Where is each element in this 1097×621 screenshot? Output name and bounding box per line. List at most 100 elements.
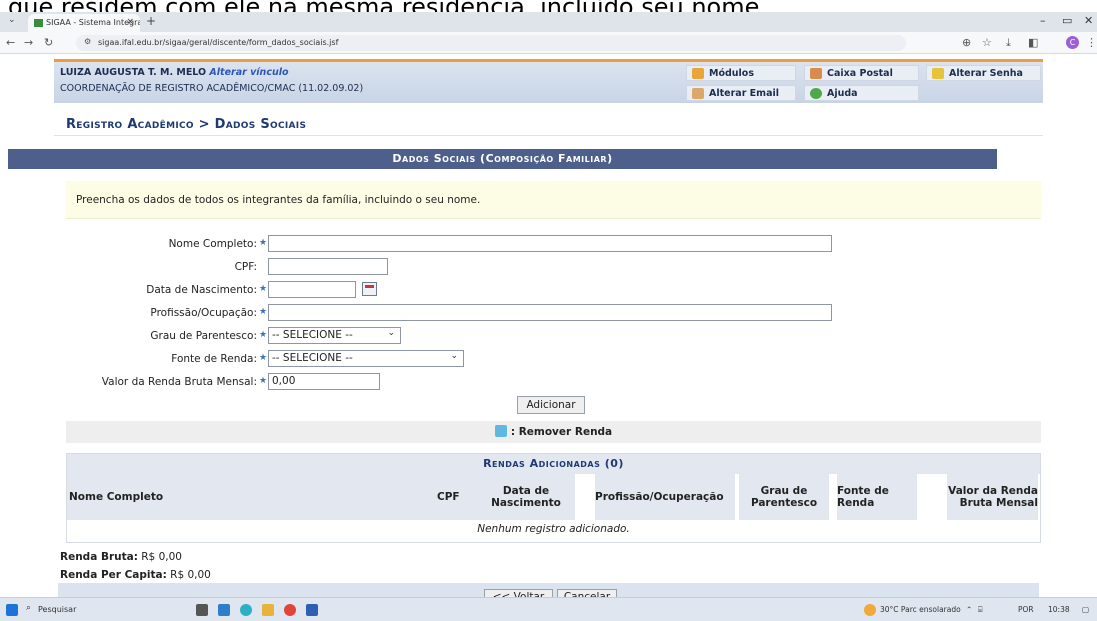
- form-row-parentesco: Grau de Parentesco: ★ -- SELECIONE -- ⌄: [58, 327, 1047, 346]
- file-explorer-icon[interactable]: [262, 604, 274, 616]
- remove-legend-text: : Remover Renda: [510, 426, 613, 438]
- address-bar: ← → ↻ ⚙ sigaa.ifal.edu.br/sigaa/geral/di…: [0, 32, 1097, 54]
- alterar-vinculo-link[interactable]: Alterar vínculo: [209, 67, 288, 78]
- alterar-email-label: Alterar Email: [709, 88, 779, 99]
- task-view-icon[interactable]: [196, 604, 208, 616]
- renda-per-capita-summary: Renda Per Capita: R$ 0,00: [60, 569, 211, 581]
- user-name-text: LUIZA AUGUSTA T. M. MELO: [60, 67, 207, 78]
- alterar-email-button[interactable]: Alterar Email: [686, 85, 796, 101]
- bookmark-star-icon[interactable]: ☆: [982, 36, 992, 49]
- form-row-cpf: CPF:: [58, 258, 1047, 277]
- clock[interactable]: 10:38: [1048, 605, 1070, 614]
- browser-tab[interactable]: SIGAA - Sistema Integrado de ×: [28, 14, 140, 32]
- required-icon: ★: [259, 330, 268, 340]
- form-row-fonte: Fonte de Renda: ★ -- SELECIONE -- ⌄: [58, 350, 1047, 369]
- modulos-label: Módulos: [709, 68, 754, 79]
- profissao-label: Profissão/Ocupação:: [150, 307, 257, 319]
- forward-icon[interactable]: →: [24, 36, 33, 49]
- user-name: LUIZA AUGUSTA T. M. MELO Alterar vínculo: [60, 67, 289, 78]
- renda-per-capita-value: R$ 0,00: [170, 569, 211, 581]
- page-background: LUIZA AUGUSTA T. M. MELO Alterar vínculo…: [0, 55, 1097, 605]
- form-row-nascimento: Data de Nascimento: ★: [58, 281, 1047, 300]
- data-nascimento-input[interactable]: [268, 281, 356, 298]
- required-icon: ★: [259, 284, 268, 294]
- form-area: Preencha os dados de todos os integrante…: [58, 169, 1041, 555]
- renda-per-capita-label: Renda Per Capita:: [60, 569, 167, 581]
- back-icon[interactable]: ←: [6, 36, 15, 49]
- help-icon: [810, 88, 822, 99]
- fonte-renda-select[interactable]: -- SELECIONE -- ⌄: [268, 350, 464, 367]
- mail-app-icon[interactable]: [218, 604, 230, 616]
- url-field[interactable]: ⚙ sigaa.ifal.edu.br/sigaa/geral/discente…: [76, 35, 906, 51]
- notifications-icon[interactable]: ▢: [1082, 605, 1089, 614]
- download-icon[interactable]: ⤓: [1006, 36, 1011, 50]
- user-info-bar: LUIZA AUGUSTA T. M. MELO Alterar vínculo…: [54, 59, 1043, 103]
- remove-legend: : Remover Renda: [66, 421, 1041, 443]
- profissao-input[interactable]: [268, 304, 832, 321]
- alterar-senha-label: Alterar Senha: [949, 68, 1023, 79]
- calendar-icon[interactable]: [362, 282, 377, 296]
- browser-tab-bar: ⌄ SIGAA - Sistema Integrado de × + – ▭ ✕: [0, 12, 1097, 32]
- reload-icon[interactable]: ↻: [44, 36, 53, 49]
- cpf-label: CPF:: [234, 261, 257, 273]
- weather-text[interactable]: 30°C Parc ensolarado: [880, 605, 961, 614]
- instructions-notice: Preencha os dados de todos os integrante…: [66, 181, 1041, 219]
- tab-list-chevron-icon[interactable]: ⌄: [8, 15, 16, 25]
- ajuda-button[interactable]: Ajuda: [804, 85, 919, 101]
- required-icon: ★: [259, 238, 268, 248]
- word-icon[interactable]: [306, 604, 318, 616]
- site-info-icon[interactable]: ⚙: [84, 37, 91, 46]
- modulos-button[interactable]: Módulos: [686, 65, 796, 81]
- grau-parentesco-select[interactable]: -- SELECIONE -- ⌄: [268, 327, 401, 344]
- chevron-down-icon: ⌄: [387, 328, 395, 338]
- col-header-fonte: Fonte de Renda: [837, 474, 917, 520]
- minimize-icon[interactable]: –: [1040, 14, 1046, 27]
- windows-start-icon[interactable]: [6, 604, 18, 616]
- browser-menu-icon[interactable]: ⋮: [1086, 36, 1097, 49]
- zoom-icon[interactable]: ⊕: [962, 36, 971, 49]
- caixa-postal-label: Caixa Postal: [827, 68, 893, 79]
- col-header-nascimento: Data de Nascimento: [477, 474, 575, 520]
- network-icon[interactable]: ⌸: [978, 605, 983, 615]
- tray-chevron-icon[interactable]: ⌃: [966, 605, 972, 614]
- parentesco-selected-value: -- SELECIONE --: [272, 329, 353, 341]
- close-window-icon[interactable]: ✕: [1084, 14, 1093, 27]
- renda-bruta-value: R$ 0,00: [141, 551, 182, 563]
- new-tab-button[interactable]: +: [146, 14, 156, 28]
- breadcrumb: Registro Acadêmico > Dados Sociais: [66, 117, 307, 132]
- form-row-valor: Valor da Renda Bruta Mensal: ★ 0,00: [58, 373, 1047, 392]
- alterar-senha-button[interactable]: Alterar Senha: [926, 65, 1041, 81]
- renda-bruta-label: Renda Bruta:: [60, 551, 138, 563]
- caixa-postal-button[interactable]: Caixa Postal: [804, 65, 919, 81]
- restore-icon[interactable]: ▭: [1062, 14, 1072, 27]
- profile-avatar[interactable]: C: [1066, 36, 1079, 49]
- language-indicator[interactable]: POR: [1018, 605, 1034, 614]
- remove-bin-icon: [494, 425, 507, 437]
- col-header-nome: Nome Completo: [67, 474, 437, 520]
- key-icon: [932, 68, 944, 79]
- weather-icon: [864, 604, 876, 616]
- table-empty-row: Nenhum registro adicionado.: [67, 520, 1040, 538]
- nome-label: Nome Completo:: [168, 238, 257, 250]
- url-text: sigaa.ifal.edu.br/sigaa/geral/discente/f…: [98, 38, 339, 47]
- taskbar-search[interactable]: ⌕ Pesquisar: [24, 602, 184, 618]
- chrome-icon[interactable]: [284, 604, 296, 616]
- nome-completo-input[interactable]: [268, 235, 832, 252]
- valor-label: Valor da Renda Bruta Mensal:: [101, 376, 257, 388]
- required-icon: ★: [259, 353, 268, 363]
- cpf-input[interactable]: [268, 258, 388, 275]
- tab-close-icon[interactable]: ×: [126, 17, 134, 27]
- parentesco-label: Grau de Parentesco:: [150, 330, 257, 342]
- fonte-label: Fonte de Renda:: [171, 353, 257, 365]
- renda-bruta-summary: Renda Bruta: R$ 0,00: [60, 551, 182, 563]
- modules-icon: [692, 68, 704, 79]
- col-header-valor: Valor da Renda Bruta Mensal: [947, 474, 1038, 520]
- form-row-nome: Nome Completo: ★: [58, 235, 1047, 254]
- adicionar-button[interactable]: Adicionar: [517, 396, 585, 414]
- caption-overlay-text: que residem com ele na mesma residência,…: [0, 0, 1097, 12]
- edge-icon[interactable]: [240, 604, 252, 616]
- sidebar-icon[interactable]: ◧: [1028, 36, 1038, 49]
- nascimento-label: Data de Nascimento:: [146, 284, 257, 296]
- valor-renda-input[interactable]: 0,00: [268, 373, 380, 390]
- required-icon: ★: [259, 376, 268, 386]
